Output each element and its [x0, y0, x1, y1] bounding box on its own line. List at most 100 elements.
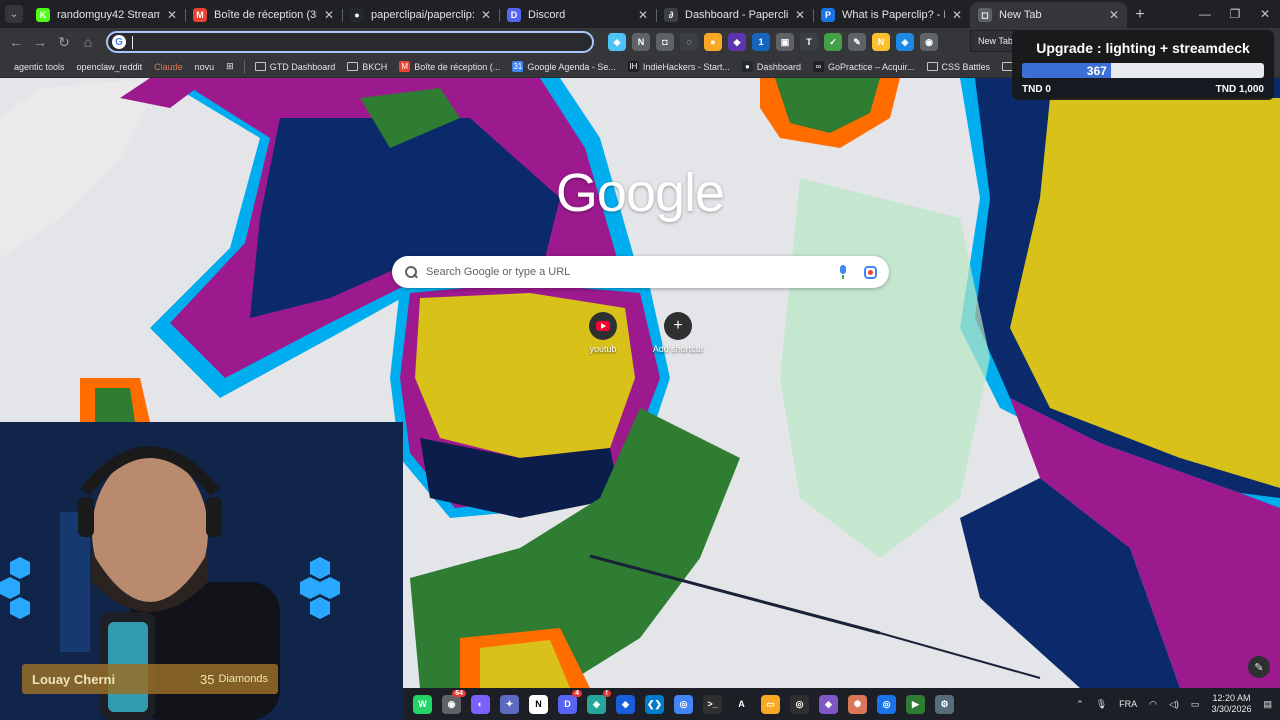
copilot-icon[interactable]: ◐ — [471, 694, 490, 714]
goal-max-label: TND 1,000 — [1215, 84, 1264, 95]
close-tab-icon[interactable]: ✕ — [795, 8, 805, 22]
address-bar[interactable]: G — [106, 31, 594, 53]
app-glyph: >_ — [707, 699, 718, 709]
app-glyph: ✺ — [853, 698, 862, 709]
tab-title: Dashboard - Paperclip — [685, 9, 788, 21]
refresh-extension-icon[interactable]: ◌ — [680, 33, 698, 51]
discord-icon[interactable]: D4 — [558, 689, 582, 714]
volume-icon[interactable]: ◁) — [1169, 699, 1179, 710]
browser-tab[interactable]: ◻ New Tab ✕ — [970, 2, 1127, 28]
wifi-icon[interactable]: ◠ — [1149, 699, 1157, 710]
bitwarden-icon[interactable]: ◆ — [616, 694, 635, 714]
pencil-icon[interactable]: ✎ — [1248, 656, 1270, 678]
browser-tab[interactable]: ● paperclipai/paperclip: Open-so ✕ — [342, 2, 499, 28]
back-button[interactable]: ← — [4, 30, 28, 54]
game-extension-icon[interactable]: ◉ — [920, 33, 938, 51]
bookmark-item[interactable]: ● Dashboard — [736, 61, 807, 72]
browser-tab[interactable]: P What is Paperclip? - Paperclip ✕ — [813, 2, 970, 28]
tab-search-button[interactable]: ⌄ — [0, 0, 28, 28]
bookmark-favicon-icon: M — [399, 61, 411, 72]
notifications-icon[interactable]: ▤ — [1263, 699, 1272, 710]
system-tray: ⌃ 🎙 FRA ◠ ◁) ▭ 12:20 AM 3/30/2026 ▤ — [1076, 693, 1280, 715]
home-button[interactable]: ⌂ — [76, 30, 100, 54]
settings-icon[interactable]: ⚙ — [935, 694, 954, 714]
microphone-icon[interactable] — [838, 265, 848, 279]
obs-icon[interactable]: ◎ — [790, 694, 809, 714]
maximize-icon[interactable]: ❐ — [1220, 0, 1250, 28]
chrome-icon[interactable]: ◎ — [674, 694, 693, 714]
obsidian-icon[interactable]: ◆ — [819, 694, 838, 714]
google-lens-icon[interactable] — [864, 265, 877, 279]
folder-icon — [926, 62, 938, 71]
close-tab-icon[interactable]: ✕ — [1109, 8, 1119, 22]
shortcut-label: Add shortcut — [652, 344, 704, 354]
clock[interactable]: 12:20 AM 3/30/2026 — [1211, 693, 1251, 715]
compass-extension-icon[interactable]: ✓ — [824, 33, 842, 51]
forward-button[interactable]: → — [28, 30, 52, 54]
diamond-extension-icon[interactable]: ◆ — [728, 33, 746, 51]
folder-icon — [254, 62, 266, 71]
bookmark-folder[interactable]: GTD Dashboard — [249, 62, 342, 72]
address-input[interactable] — [139, 35, 539, 49]
bookmark-item[interactable]: ∞ GoPractice – Acquir... — [807, 61, 921, 72]
reload-button[interactable]: ↻ — [52, 30, 76, 54]
notion-icon[interactable]: N — [529, 694, 548, 714]
rocket-app-icon[interactable]: ✦ — [500, 694, 519, 714]
browser-tab[interactable]: D Discord ✕ — [499, 2, 656, 28]
close-tab-icon[interactable]: ✕ — [481, 8, 491, 22]
browser-tab[interactable]: ∂ Dashboard - Paperclip ✕ — [656, 2, 813, 28]
shield-extension-icon[interactable]: ◈ — [896, 33, 914, 51]
apps-grid-icon[interactable]: ⊞ — [220, 61, 240, 72]
whatsapp-icon[interactable]: W — [413, 694, 432, 714]
search-input[interactable] — [426, 266, 838, 278]
battery-icon[interactable]: ▭ — [1191, 699, 1200, 710]
password-extension-icon[interactable]: 1 — [752, 33, 770, 51]
browser-tab[interactable]: M Boîte de réception (35) - gharb ✕ — [185, 2, 342, 28]
bookmark-folder[interactable]: CSS Battles — [921, 62, 997, 72]
car-extension-icon[interactable]: ▣ — [776, 33, 794, 51]
notion-extension-icon[interactable]: N — [632, 33, 650, 51]
close-tab-icon[interactable]: ✕ — [167, 8, 177, 22]
media-app-icon[interactable]: ▶ — [906, 694, 925, 714]
gem-extension-icon[interactable]: ◆ — [608, 33, 626, 51]
terminal-icon[interactable]: >_ — [703, 694, 722, 714]
stream-goal-widget: Upgrade : lighting + streamdeck 367 TND … — [1012, 30, 1274, 100]
bookmark-item[interactable]: agentic tools — [8, 62, 71, 72]
bookmark-label: IndieHackers - Start... — [642, 61, 730, 72]
app-glyph: ▭ — [766, 698, 775, 709]
new-extension-icon[interactable]: N — [872, 33, 890, 51]
close-window-icon[interactable]: ✕ — [1250, 0, 1280, 28]
bookmark-folder[interactable]: BKCH — [341, 62, 393, 72]
bookmark-item[interactable]: M Boîte de réception (... — [393, 61, 506, 72]
font-app-icon[interactable]: A — [732, 694, 751, 714]
minimize-icon[interactable]: — — [1190, 0, 1220, 28]
vscode-icon[interactable]: ❮❯ — [645, 694, 664, 714]
bookmark-item[interactable]: novu — [189, 62, 221, 72]
add-shortcut-button[interactable]: + Add shortcut — [643, 312, 713, 354]
new-tab-button[interactable]: + — [1127, 2, 1153, 28]
close-tab-icon[interactable]: ✕ — [638, 8, 648, 22]
chevron-up-icon[interactable]: ⌃ — [1076, 699, 1084, 710]
shortcut-youtube[interactable]: youtub — [568, 312, 638, 354]
pen-extension-icon[interactable]: ✎ — [848, 33, 866, 51]
chrome-alt-icon[interactable]: ◎ — [877, 694, 896, 714]
app-badge: ! — [602, 689, 611, 697]
file-explorer-icon[interactable]: ▭ — [761, 694, 780, 714]
bookmark-item[interactable]: IH IndieHackers - Start... — [622, 61, 736, 72]
claude-icon[interactable]: ✺ — [848, 694, 867, 714]
browser-tab[interactable]: K randomguy42 Stream - Watch l ✕ — [28, 2, 185, 28]
bookmark-item[interactable]: 31 Google Agenda - Se... — [506, 61, 622, 72]
tokyo-extension-icon[interactable]: ● — [704, 33, 722, 51]
microphone-tray-icon[interactable]: 🎙 — [1096, 699, 1107, 710]
notification-app-icon[interactable]: ◉ 64 — [442, 689, 466, 714]
language-indicator[interactable]: FRA — [1119, 699, 1137, 709]
bookmark-item[interactable]: Claude — [148, 62, 189, 72]
bookmark-item[interactable]: openclaw_reddit — [71, 62, 149, 72]
camera-extension-icon[interactable]: ◘ — [656, 33, 674, 51]
close-tab-icon[interactable]: ✕ — [952, 8, 962, 22]
close-tab-icon[interactable]: ✕ — [324, 8, 334, 22]
twitch-extension-icon[interactable]: T — [800, 33, 818, 51]
app-badge-icon[interactable]: ◈! — [587, 689, 611, 714]
search-box[interactable] — [392, 256, 889, 288]
app-glyph: ◎ — [679, 698, 688, 709]
